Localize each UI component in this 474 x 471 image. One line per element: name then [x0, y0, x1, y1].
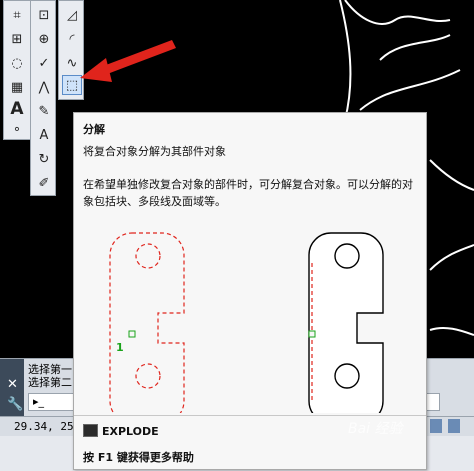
grip-marker-2	[308, 330, 316, 338]
table-icon[interactable]: ▦	[7, 77, 27, 97]
command-icon	[83, 424, 98, 437]
command-history: 选择第一 选择第二	[28, 363, 72, 389]
solid-hole-top	[334, 243, 360, 269]
explode-icon[interactable]: ⬚	[62, 75, 82, 95]
command-line-1: 选择第一	[28, 363, 72, 376]
tooltip-separator	[74, 415, 426, 416]
grid-toggle-icon[interactable]	[430, 419, 442, 433]
solid-hole-bottom	[334, 363, 360, 389]
move-icon[interactable]: ⊕	[34, 29, 54, 49]
close-icon[interactable]: ✕	[7, 377, 18, 392]
command-line-2: 选择第二	[28, 376, 72, 389]
modify-toolbar-2: ◿ ◜ ∿ ⬚	[58, 0, 84, 100]
tooltip-command-name: EXPLODE	[102, 425, 159, 438]
text-style-icon[interactable]: A	[34, 125, 54, 145]
point-icon[interactable]: ⌗	[7, 5, 27, 25]
command-window-header: ✕ 🔧	[0, 359, 24, 421]
refresh-icon[interactable]: ↻	[34, 149, 54, 169]
draw-toolbar: ⌗ ⊞ ◌ ▦ A ∘	[3, 0, 31, 140]
break-icon[interactable]: ⋀	[34, 77, 54, 97]
tooltip-description: 将复合对象分解为其部件对象	[83, 145, 226, 158]
text-icon[interactable]: A	[7, 99, 27, 119]
addselected-icon[interactable]: ∘	[7, 119, 27, 139]
region-icon[interactable]: ◌	[7, 53, 27, 73]
copy-icon[interactable]: ⊡	[34, 5, 54, 25]
tooltip-help: 按 F1 键获得更多帮助	[83, 451, 194, 464]
modify-toolbar: ⊡ ⊕ ✓ ⋀ ✎ A ↻ ✐	[30, 0, 56, 196]
brush-icon[interactable]: ✐	[34, 173, 54, 193]
tooltip-title: 分解	[83, 123, 105, 136]
dashed-hole-top	[135, 243, 161, 269]
dashed-hole-bottom	[135, 363, 161, 389]
explode-tooltip: 分解 将复合对象分解为其部件对象 在希望单独修改复合对象的部件时，可分解复合对象…	[73, 112, 427, 470]
pen-icon[interactable]: ✎	[34, 101, 54, 121]
snap-toggle-icon[interactable]	[448, 419, 460, 433]
hatch-icon[interactable]: ⊞	[7, 29, 27, 49]
tooltip-detail: 在希望单独修改复合对象的部件时，可分解复合对象。可以分解的对象包括块、多段线及面…	[83, 178, 413, 208]
blend-icon[interactable]: ∿	[62, 53, 82, 73]
coordinates-readout: 29.34, 258	[14, 420, 81, 433]
explode-diagram: 1	[109, 232, 384, 413]
grip-marker	[128, 330, 136, 338]
prompt-icon: ▸_	[33, 395, 45, 408]
watermark: Bai 经验	[348, 421, 403, 437]
check-icon[interactable]: ✓	[34, 53, 54, 73]
chamfer-icon[interactable]: ◿	[62, 5, 82, 25]
wrench-icon[interactable]: 🔧	[7, 397, 23, 412]
diagram-label: 1	[116, 341, 124, 354]
dashed-part	[109, 232, 185, 413]
fillet-icon[interactable]: ◜	[62, 29, 82, 49]
